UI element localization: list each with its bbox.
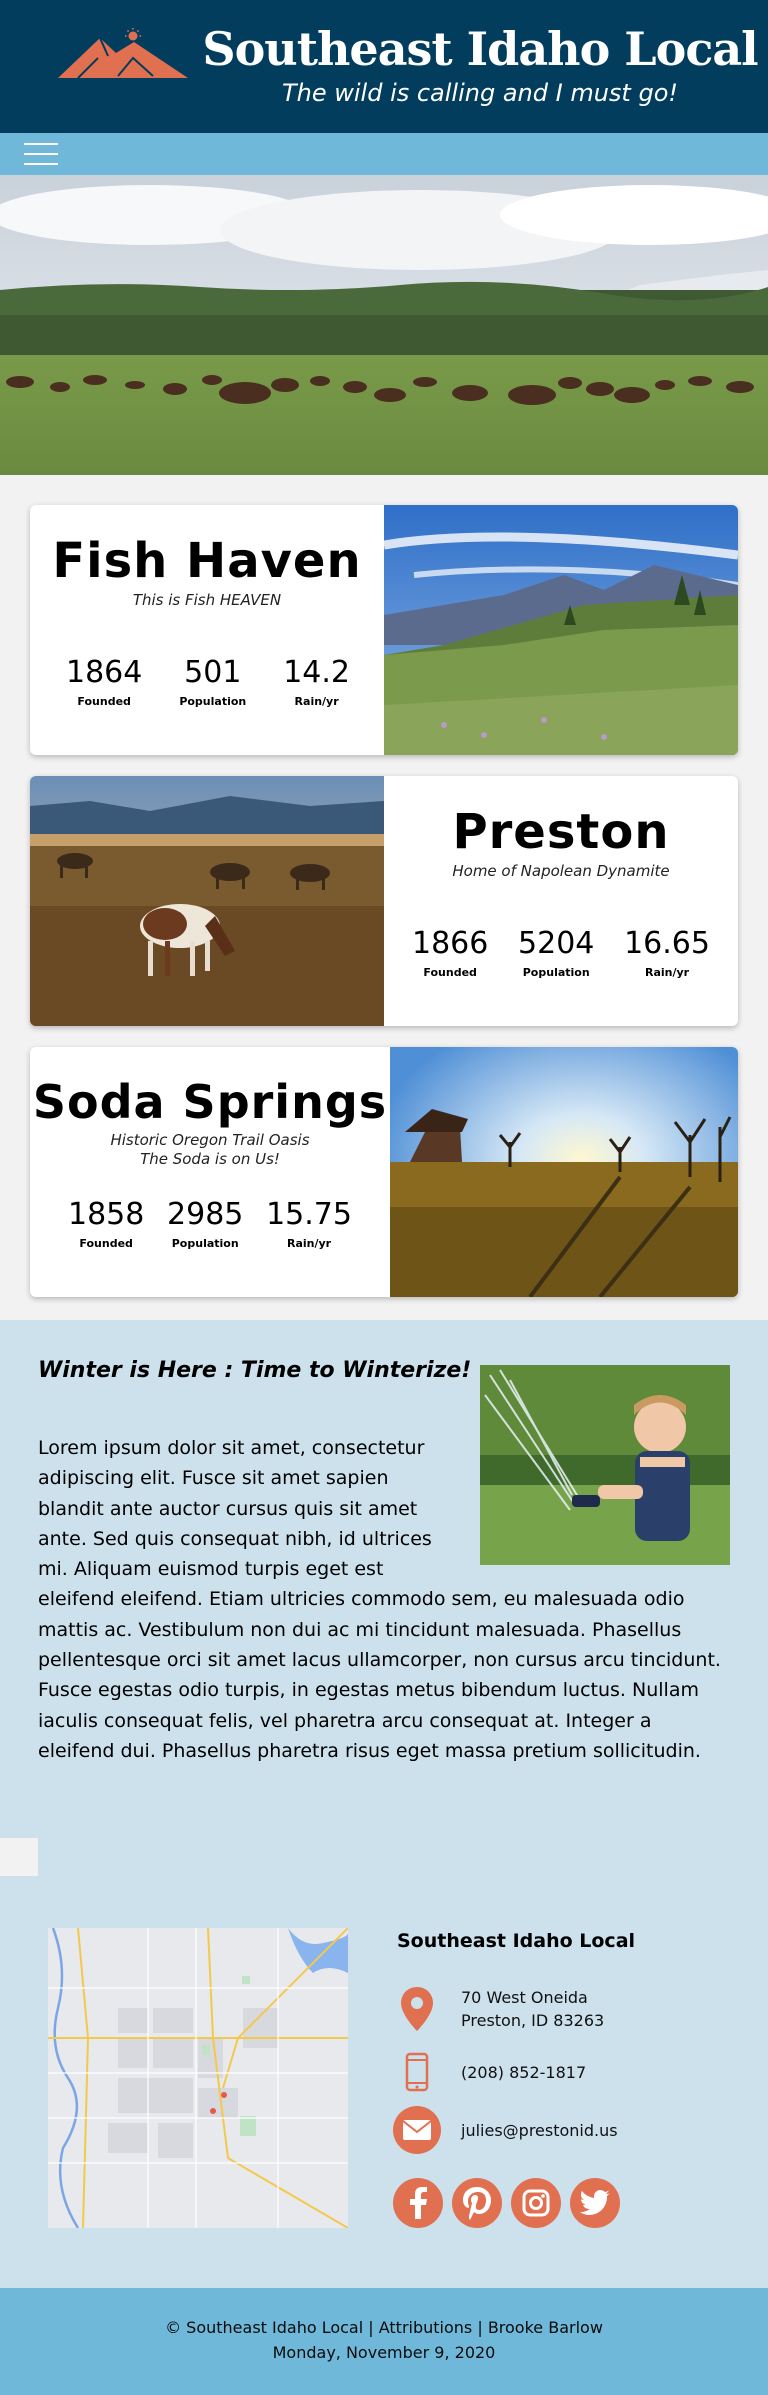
- town-subtitle-line1: Historic Oregon Trail Oasis: [110, 1131, 310, 1149]
- town-stats: 1866 Founded 5204 Population 16.65 Rain/…: [412, 926, 710, 979]
- address-line2: Preston, ID 83263: [461, 2011, 605, 2030]
- twitter-icon[interactable]: [570, 2178, 620, 2228]
- site-footer: © Southeast Idaho Local | Attributions |…: [0, 2288, 768, 2395]
- site-title: Southeast Idaho Local: [202, 22, 758, 76]
- town-card-fish-haven: Fish Haven This is Fish HEAVEN 1864 Foun…: [30, 505, 738, 755]
- stat-value: 15.75: [266, 1197, 352, 1232]
- pinterest-icon[interactable]: [452, 2178, 502, 2228]
- contact-email[interactable]: julies@prestonid.us: [393, 2106, 618, 2154]
- stat-value: 1866: [412, 926, 489, 961]
- stat-value: 1864: [66, 655, 143, 690]
- stat-value: 501: [184, 655, 242, 690]
- stat-value: 1858: [68, 1197, 145, 1232]
- stat-label: Founded: [79, 1237, 133, 1250]
- stat-rain: 15.75 Rain/yr: [266, 1197, 352, 1250]
- stat-founded: 1866 Founded: [412, 926, 488, 979]
- footer-date: Monday, November 9, 2020: [272, 2343, 496, 2362]
- site-header: Southeast Idaho Local The wild is callin…: [0, 0, 768, 133]
- town-stats: 1864 Founded 501 Population 14.2 Rain/yr: [66, 655, 350, 708]
- footer-copyright: © Southeast Idaho Local | Attributions |…: [165, 2318, 603, 2337]
- address-text: 70 West Oneida Preston, ID 83263: [461, 1986, 604, 2032]
- town-card-preston: Preston Home of Napolean Dynamite 1866 F…: [30, 776, 738, 1026]
- town-subtitle: Home of Napolean Dynamite: [452, 862, 670, 880]
- address-line1: 70 West Oneida: [461, 1988, 588, 2007]
- instagram-icon[interactable]: [511, 2178, 561, 2228]
- town-card-text: Preston Home of Napolean Dynamite 1866 F…: [384, 776, 738, 1026]
- stat-label: Population: [179, 695, 247, 708]
- stat-label: Founded: [77, 695, 131, 708]
- stat-population: 5204 Population: [518, 926, 594, 979]
- stat-value: 2985: [167, 1197, 244, 1232]
- article-body: Lorem ipsum dolor sit amet, consectetur …: [38, 1433, 728, 1766]
- email-text[interactable]: julies@prestonid.us: [461, 2119, 618, 2142]
- hamburger-menu-icon[interactable]: [24, 141, 60, 167]
- stat-population: 501 Population: [179, 655, 246, 708]
- stat-rain: 14.2 Rain/yr: [283, 655, 350, 708]
- stat-population: 2985 Population: [167, 1197, 243, 1250]
- location-map[interactable]: [48, 1928, 348, 2228]
- town-card-text: Fish Haven This is Fish HEAVEN 1864 Foun…: [30, 505, 384, 755]
- town-photo: [390, 1047, 738, 1297]
- town-stats: 1858 Founded 2985 Population 15.75 Rain/…: [68, 1197, 352, 1250]
- stat-founded: 1864 Founded: [66, 655, 142, 708]
- town-subtitle-line2: The Soda is on Us!: [140, 1150, 280, 1168]
- stat-label: Population: [171, 1237, 239, 1250]
- town-photo: [30, 776, 384, 1026]
- phone-text[interactable]: (208) 852-1817: [461, 2061, 586, 2084]
- contact-title: Southeast Idaho Local: [397, 1930, 636, 1952]
- nav-bar: [0, 133, 768, 175]
- stat-value: 16.65: [624, 926, 710, 961]
- town-photo: [384, 505, 738, 755]
- hero-image: [0, 175, 768, 475]
- facebook-icon[interactable]: [393, 2178, 443, 2228]
- site-tagline: The wild is calling and I must go!: [281, 79, 679, 107]
- town-subtitle: This is Fish HEAVEN: [132, 591, 282, 609]
- town-name: Soda Springs: [32, 1075, 388, 1129]
- contact-phone[interactable]: (208) 852-1817: [393, 2048, 586, 2096]
- town-card-text: Soda Springs Historic Oregon Trail Oasis…: [30, 1047, 390, 1297]
- stat-label: Rain/yr: [294, 695, 339, 708]
- stat-rain: 16.65 Rain/yr: [624, 926, 710, 979]
- mountain-logo-icon: [58, 28, 188, 79]
- stat-value: 5204: [518, 926, 595, 961]
- email-icon: [393, 2106, 441, 2154]
- article-image-spacer: [456, 1433, 728, 1571]
- town-card-soda-springs: Soda Springs Historic Oregon Trail Oasis…: [30, 1047, 738, 1297]
- stat-label: Population: [522, 966, 590, 979]
- stat-label: Rain/yr: [644, 966, 690, 979]
- contact-address: 70 West Oneida Preston, ID 83263: [393, 1985, 604, 2033]
- map-pin-icon: [393, 1985, 441, 2033]
- phone-icon: [393, 2048, 441, 2096]
- stat-label: Rain/yr: [286, 1237, 332, 1250]
- town-name: Preston: [452, 804, 670, 860]
- stat-founded: 1858 Founded: [68, 1197, 144, 1250]
- stat-value: 14.2: [283, 655, 350, 690]
- stat-label: Founded: [423, 966, 477, 979]
- town-name: Fish Haven: [52, 533, 362, 589]
